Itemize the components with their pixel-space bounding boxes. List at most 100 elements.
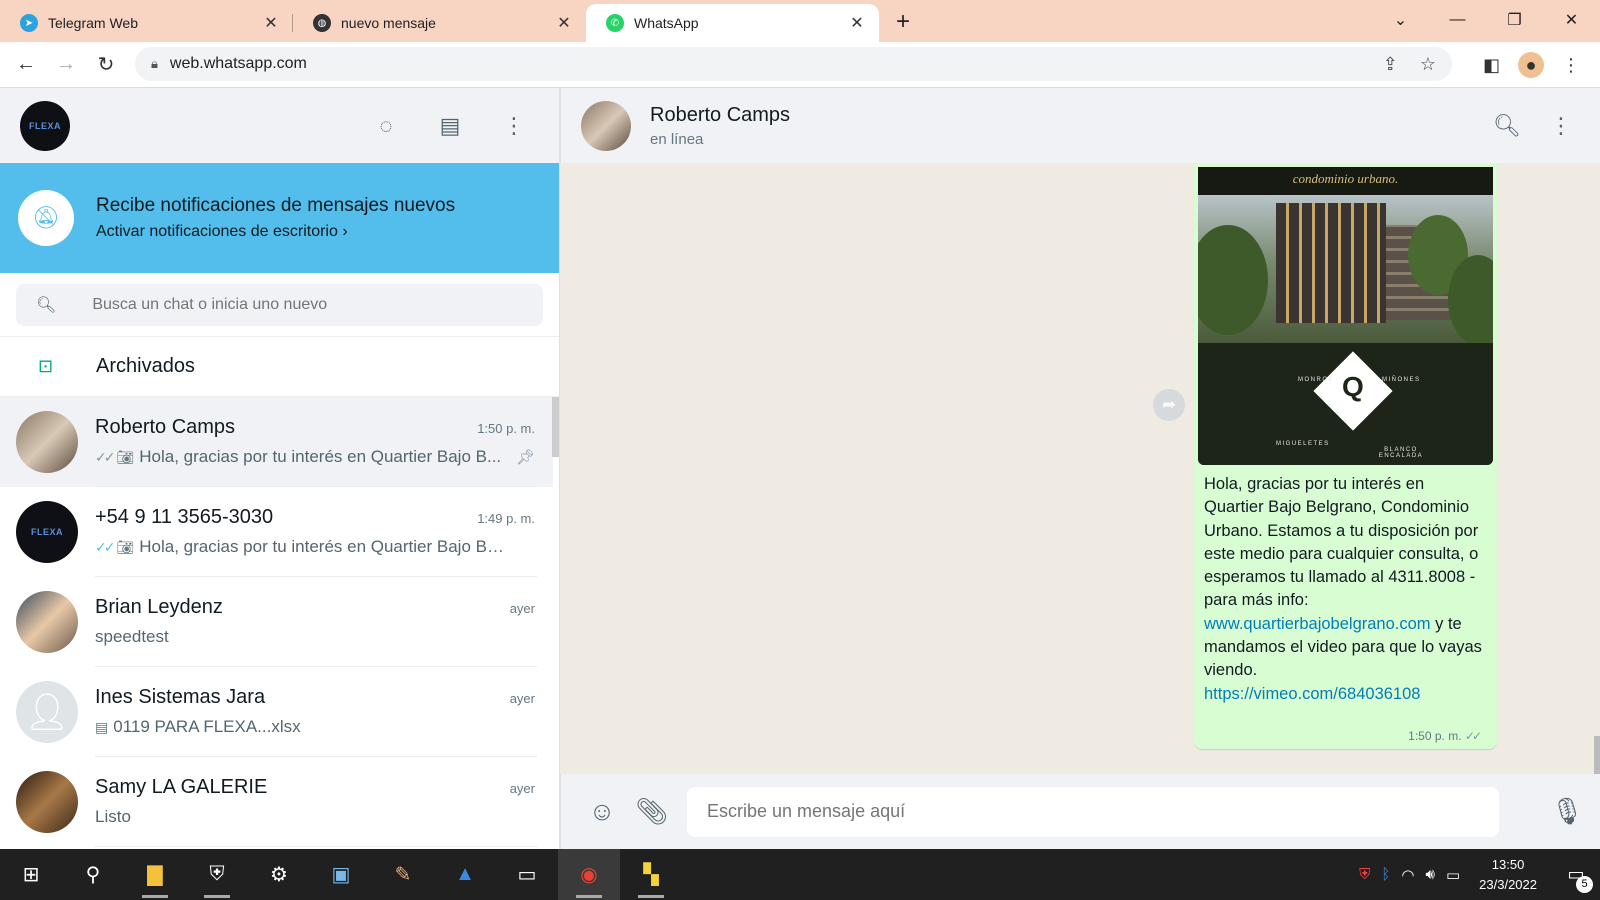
bluetooth-icon[interactable]: ᛒ: [1381, 866, 1390, 883]
vimeo-link[interactable]: https://vimeo.com/684036108: [1204, 685, 1420, 703]
website-link[interactable]: www.quartierbajobelgrano.com: [1204, 615, 1431, 633]
close-icon[interactable]: ✕: [847, 13, 867, 33]
chrome-icon[interactable]: ◉: [558, 849, 620, 900]
conversation-header[interactable]: Roberto Camps en línea 🔍︎ ⋮: [560, 88, 1600, 163]
image-label: MIGUELETES: [1276, 441, 1330, 447]
chat-name: Roberto Camps: [95, 416, 236, 438]
chat-name: Samy LA GALERIE: [95, 776, 268, 798]
clock[interactable]: 13:50 23/3/2022: [1479, 855, 1537, 895]
archive-icon: ⊡: [38, 356, 54, 376]
tab-whatsapp[interactable]: ✆ WhatsApp ✕: [586, 4, 879, 42]
contact-name: Roberto Camps: [650, 103, 791, 126]
chat-item-brian-leydenz[interactable]: Brian Leydenz ayer speedtest: [0, 577, 553, 667]
chat-item-phone[interactable]: FLEXA +54 9 11 3565-3030 1:49 p. m. ✓✓ 📷…: [0, 487, 553, 577]
message-area: ➦ condominio urbano. Q MONROE MIÑONES MI…: [560, 163, 1600, 774]
notification-banner[interactable]: 🔕︎ Recibe notificaciones de mensajes nue…: [0, 163, 559, 273]
double-check-icon: ✓✓: [1464, 729, 1482, 743]
menu-icon[interactable]: ⋮: [501, 113, 527, 139]
chat-item-roberto-camps[interactable]: Roberto Camps 1:50 p. m. ✓✓ 📷︎ Hola, gra…: [0, 397, 553, 487]
chat-list-scrollbar[interactable]: [552, 397, 559, 457]
close-icon[interactable]: ✕: [554, 13, 574, 33]
python-app-icon[interactable]: ▚: [620, 849, 682, 900]
security-shield-icon[interactable]: ⛨: [186, 849, 248, 900]
maximize-icon[interactable]: ❐: [1486, 0, 1543, 40]
new-chat-icon[interactable]: ▤: [437, 113, 463, 139]
window-controls: ⌄ — ❐ ✕: [1372, 0, 1600, 40]
forward-icon[interactable]: →: [46, 45, 86, 85]
user-avatar[interactable]: FLEXA: [20, 100, 70, 151]
contact-status: en línea: [650, 130, 704, 148]
new-tab-button[interactable]: +: [885, 4, 921, 40]
image-banner-text: condominio urbano.: [1198, 167, 1493, 195]
side-panel-icon[interactable]: ◧: [1483, 55, 1500, 76]
wifi-icon[interactable]: ◠: [1401, 866, 1414, 884]
message-image[interactable]: condominio urbano. Q MONROE MIÑONES MIGU…: [1198, 167, 1493, 465]
tab-telegram[interactable]: ➤ Telegram Web ✕: [0, 4, 293, 42]
menu-icon[interactable]: ⋮: [1548, 113, 1574, 139]
search-box[interactable]: 🔍︎: [16, 283, 543, 326]
tab-title: WhatsApp: [634, 15, 699, 31]
status-icon[interactable]: ◌: [373, 113, 399, 139]
back-icon[interactable]: ←: [6, 45, 46, 85]
search-icon[interactable]: 🔍︎: [1493, 113, 1521, 139]
search-input[interactable]: [92, 295, 493, 314]
emoji-icon[interactable]: ☺: [585, 795, 619, 829]
bookmark-star-icon[interactable]: ☆: [1420, 54, 1436, 75]
lock-icon[interactable]: 🔒︎: [151, 56, 158, 72]
tab-nuevo-mensaje[interactable]: ◍ nuevo mensaje ✕: [293, 4, 586, 42]
share-icon[interactable]: ⇪: [1383, 54, 1398, 75]
image-logo-area: Q MONROE MIÑONES MIGUELETES BLANCO ENCAL…: [1198, 343, 1493, 465]
omnibox[interactable]: 🔒︎ web.whatsapp.com ⇪ ☆: [135, 47, 1452, 81]
browser-tab-bar: ➤ Telegram Web ✕ ◍ nuevo mensaje ✕ ✆ Wha…: [0, 0, 1600, 42]
image-label: MIÑONES: [1382, 377, 1421, 383]
attach-icon[interactable]: 📎︎: [635, 795, 669, 829]
chat-preview: speedtest: [95, 627, 169, 646]
file-explorer-icon[interactable]: ▇: [124, 849, 186, 900]
reload-icon[interactable]: ↻: [86, 45, 126, 85]
browser-menu-icon[interactable]: ⋮: [1562, 55, 1580, 76]
paint-icon[interactable]: ✎: [372, 849, 434, 900]
url-text[interactable]: web.whatsapp.com: [170, 55, 307, 73]
document-icon: ▤: [95, 718, 109, 735]
archived-label: Archivados: [96, 355, 195, 377]
control-panel-icon[interactable]: ▣: [310, 849, 372, 900]
compose-bar: ☺ 📎︎ 🎙︎: [560, 774, 1600, 849]
photos-icon[interactable]: ▲: [434, 849, 496, 900]
settings-icon[interactable]: ⚙: [248, 849, 310, 900]
chat-item-samy-la-galerie[interactable]: Samy LA GALERIE ayer Listo: [0, 757, 553, 847]
close-icon[interactable]: ✕: [261, 13, 281, 33]
windows-start-icon[interactable]: ⊞: [0, 849, 62, 900]
message-input[interactable]: [707, 801, 1479, 822]
chat-name: +54 9 11 3565-3030: [95, 506, 274, 528]
default-avatar-icon: 👤︎: [16, 681, 78, 743]
microphone-icon[interactable]: 🎙︎: [1550, 795, 1584, 829]
chat-item-ines-sistemas-jara[interactable]: 👤︎ Ines Sistemas Jara ayer ▤ 0119 PARA F…: [0, 667, 553, 757]
chat-time: ayer: [509, 781, 535, 796]
conversation-scrollbar[interactable]: [1594, 736, 1600, 774]
double-check-icon: ✓✓: [95, 538, 116, 555]
building-shape: [1276, 203, 1386, 323]
volume-icon[interactable]: 🔊︎: [1426, 866, 1435, 883]
defender-alert-icon[interactable]: ⛨: [1359, 866, 1370, 883]
archived-row[interactable]: ⊡ Archivados: [0, 337, 559, 397]
message-input-wrap[interactable]: [687, 786, 1499, 837]
avatar: [16, 411, 78, 473]
notification-title: Recibe notificaciones de mensajes nuevos: [96, 195, 456, 216]
chevron-right-icon: ›: [342, 223, 348, 240]
minimize-icon[interactable]: —: [1429, 0, 1486, 40]
forward-icon[interactable]: ➦: [1153, 389, 1185, 421]
terminal-icon[interactable]: ▭: [496, 849, 558, 900]
avatar: [16, 771, 78, 833]
tab-search-icon[interactable]: ⌄: [1372, 0, 1429, 40]
pin-icon: 📌︎: [515, 449, 535, 466]
battery-icon[interactable]: ▭: [1446, 866, 1460, 884]
profile-avatar-icon[interactable]: ●: [1518, 52, 1544, 78]
search-icon[interactable]: ⚲: [62, 849, 124, 900]
notifications-icon[interactable]: ▭ 5: [1562, 861, 1593, 893]
contact-avatar[interactable]: [581, 100, 631, 151]
avatar-logo-text: FLEXA: [30, 527, 63, 537]
close-window-icon[interactable]: ✕: [1543, 0, 1600, 40]
chat-name: Brian Leydenz: [95, 596, 223, 618]
search-icon: 🔍︎: [36, 296, 57, 314]
enable-notifications-link[interactable]: Activar notificaciones de escritorio ›: [96, 223, 455, 241]
